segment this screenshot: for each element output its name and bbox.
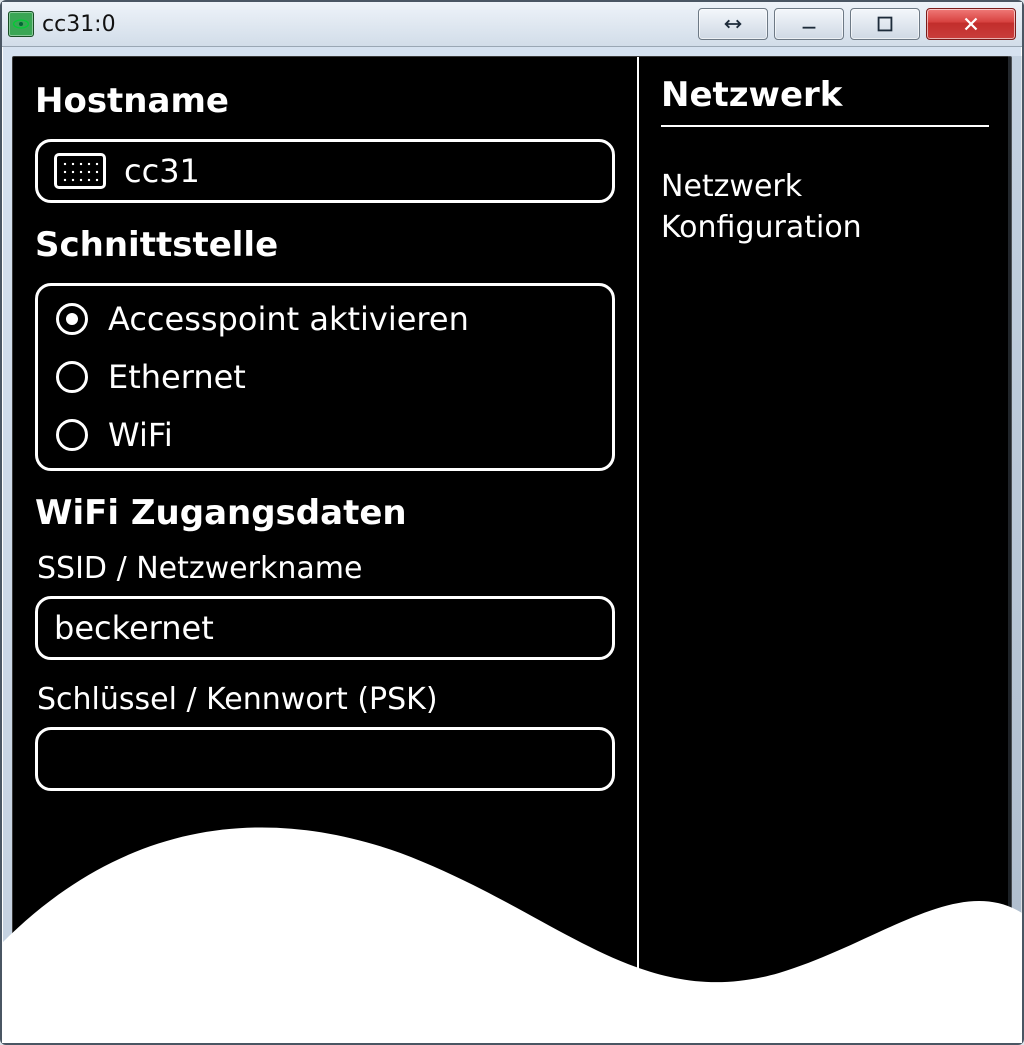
interface-option-label: WiFi [108,416,173,454]
psk-input[interactable] [35,727,615,791]
titlebar: cc31:0 [2,2,1022,47]
psk-label: Schlüssel / Kennwort (PSK) [37,682,615,717]
ssid-label: SSID / Netzwerkname [37,551,615,586]
hostname-heading: Hostname [35,81,615,121]
left-pane: Hostname cc31 Schnittstelle Accesspoint … [13,57,639,1032]
keyboard-icon [54,153,106,189]
hostname-value: cc31 [124,152,200,190]
interface-radio-list: Accesspoint aktivieren Ethernet WiFi [54,296,596,458]
window-button-group [698,8,1016,40]
window-frame: cc31:0 Hostname cc31 [0,0,1024,1045]
resize-button[interactable] [698,8,768,40]
window-edge-shade [1008,56,1022,1033]
right-pane: Netzwerk Netzwerk Konfiguration [639,57,1011,1032]
hostname-field[interactable]: cc31 [35,139,615,203]
radio-icon [56,303,88,335]
close-button[interactable] [926,8,1016,40]
app-icon [8,11,34,37]
window-title: cc31:0 [42,12,116,37]
interface-group: Accesspoint aktivieren Ethernet WiFi [35,283,615,471]
maximize-button[interactable] [850,8,920,40]
interface-option-label: Ethernet [108,358,246,396]
wifi-heading: WiFi Zugangsdaten [35,493,615,533]
interface-option-ethernet[interactable]: Ethernet [54,354,596,400]
interface-option-label: Accesspoint aktivieren [108,300,469,338]
network-heading: Netzwerk [661,75,989,127]
interface-heading: Schnittstelle [35,225,615,265]
network-description: Netzwerk Konfiguration [661,167,989,248]
content-area: Hostname cc31 Schnittstelle Accesspoint … [12,56,1012,1033]
radio-icon [56,361,88,393]
radio-icon [56,419,88,451]
interface-option-wifi[interactable]: WiFi [54,412,596,458]
ssid-input[interactable]: beckernet [35,596,615,660]
minimize-button[interactable] [774,8,844,40]
interface-option-accesspoint[interactable]: Accesspoint aktivieren [54,296,596,342]
